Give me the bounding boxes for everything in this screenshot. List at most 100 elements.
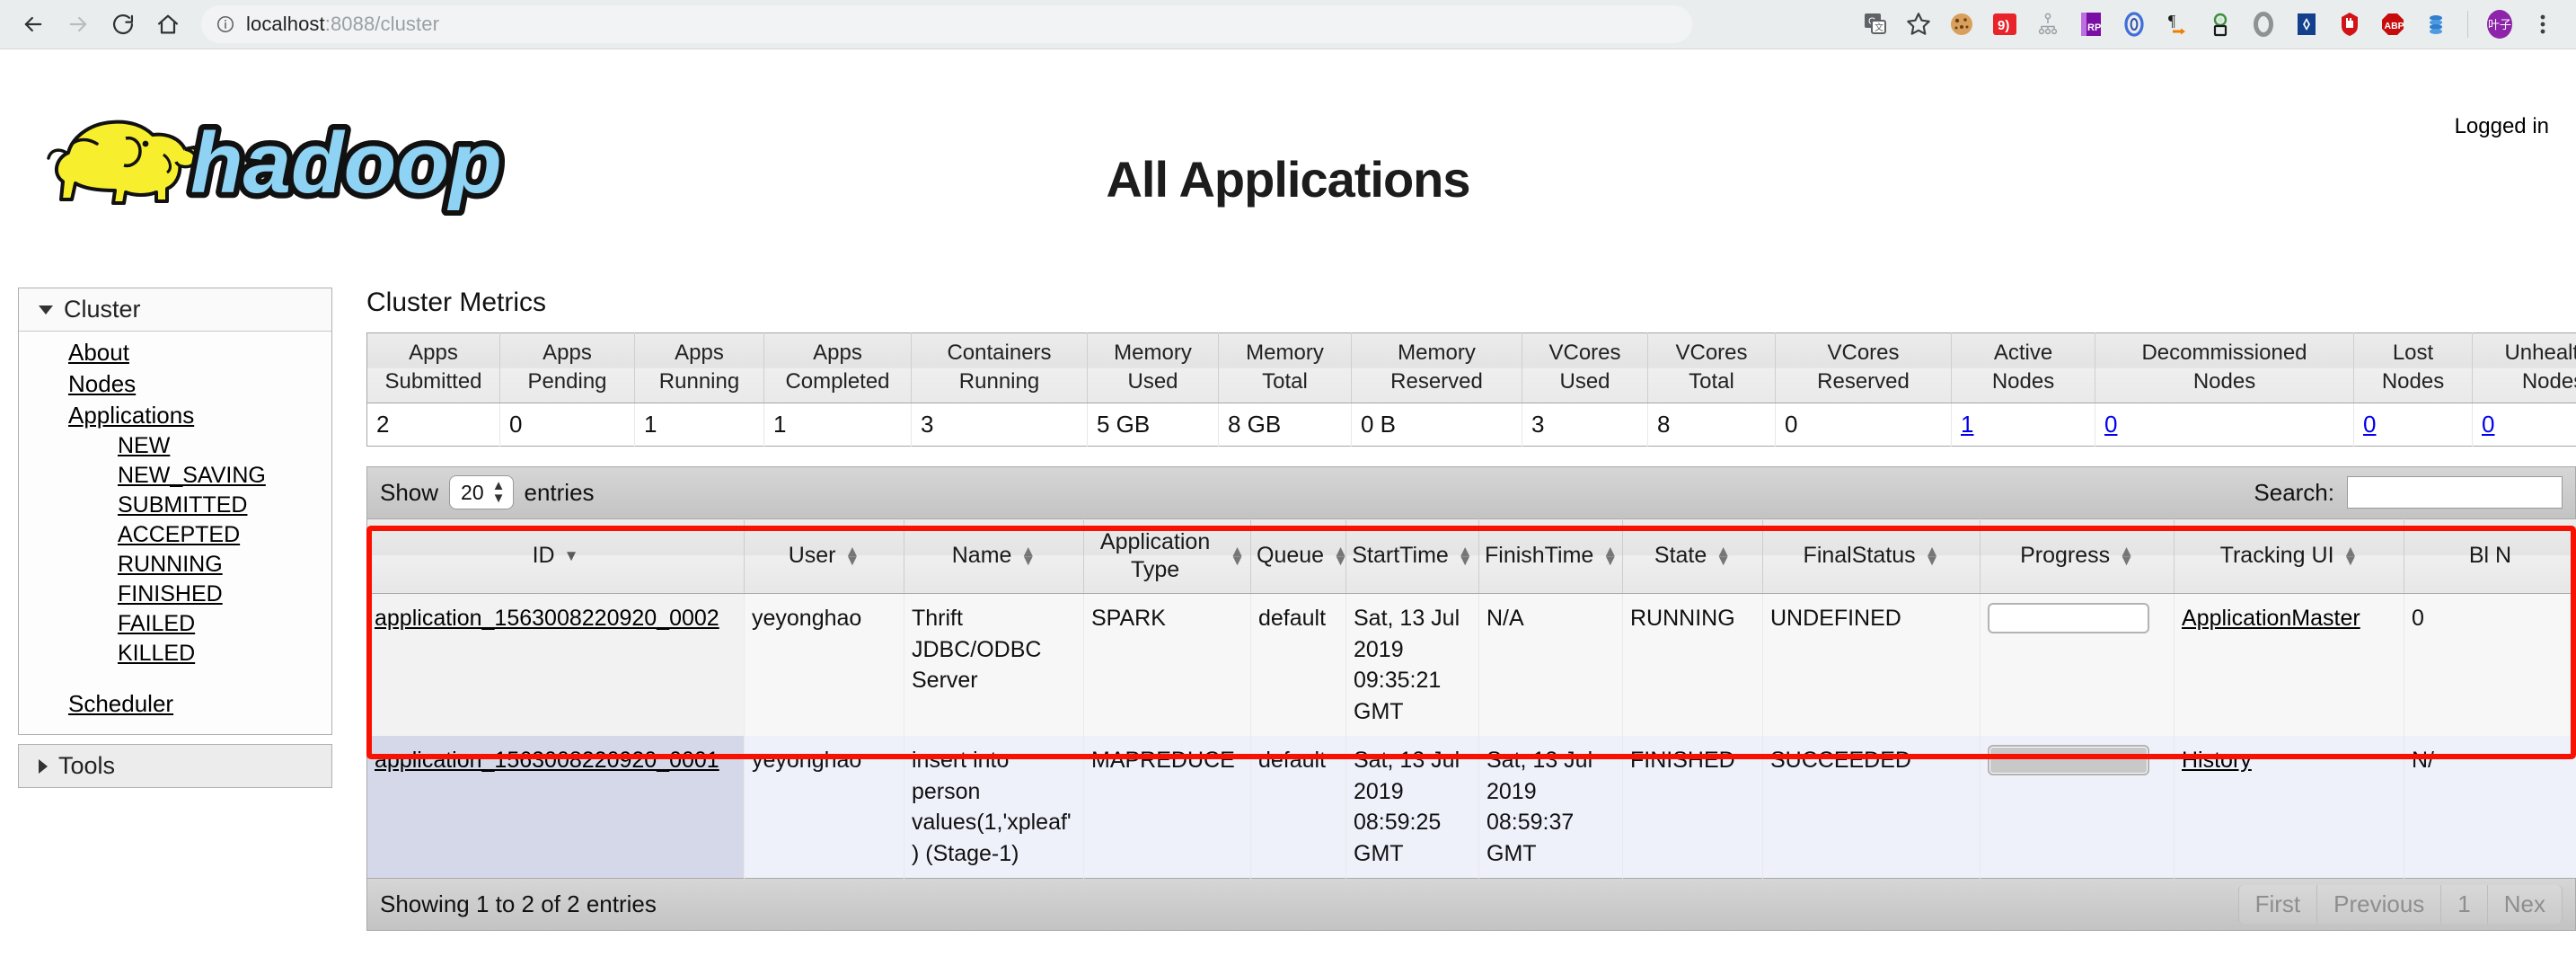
metrics-col-l2: Running [658,369,740,394]
th-queue[interactable]: Queue ▲ ▼ [1250,518,1348,595]
table-row[interactable]: application_1563008220920_0001 yeyonghao… [366,736,2576,879]
cell-starttime: Sat, 13 Jul 2019 09:35:21 GMT [1345,593,1479,737]
th-finishtime[interactable]: FinishTime ▲ ▼ [1478,518,1623,595]
cell-user: yeyonghao [744,593,904,737]
application-id-link[interactable]: application_1563008220920_0001 [375,748,719,773]
sidebar-item-new[interactable]: NEW [19,431,331,461]
sidebar-item-finished[interactable]: FINISHED [19,580,331,609]
profile-avatar-icon[interactable]: 叶子 [2483,7,2517,41]
th-finalstatus[interactable]: FinalStatus ▲ ▼ [1762,518,1981,595]
sidebar-item-accepted[interactable]: ACCEPTED [19,520,331,550]
blue-ring-icon[interactable] [2117,7,2151,41]
sidebar-item-scheduler[interactable]: Scheduler [19,688,331,720]
sidebar-item-about[interactable]: About [19,337,331,368]
sitemap-icon[interactable] [2031,7,2065,41]
metrics-val-apps-submitted: 2 [366,403,500,447]
bookmark-star-icon[interactable] [1901,7,1936,41]
tracking-ui-link[interactable]: History [2182,748,2252,773]
th-user-label: User [788,543,836,569]
cell-progress [1980,593,2175,737]
cell-queue: default [1250,593,1346,737]
th-user[interactable]: User ▲ ▼ [744,518,904,595]
entries-select[interactable]: 20 ▲ ▼ [449,475,514,510]
th-state[interactable]: State ▲ ▼ [1622,518,1763,595]
th-application-type[interactable]: Application Type ▲ ▼ [1083,518,1251,595]
metrics-col-l1: Apps [543,341,592,365]
application-id-link[interactable]: application_1563008220920_0002 [375,606,719,631]
th-progress[interactable]: Progress ▲ ▼ [1980,518,2175,595]
rp-purple-icon[interactable]: RP [2074,7,2108,41]
sidebar-item-running[interactable]: RUNNING [19,550,331,580]
sidebar-item-applications[interactable]: Applications [19,400,331,431]
page-next-button[interactable]: Nex [2487,885,2563,925]
address-bar[interactable]: localhost:8088/cluster [201,5,1692,43]
th-blacklisted-nodes-label: Bl N [2468,543,2512,569]
nav-group-tools-label: Tools [58,752,116,779]
entries-info: Showing 1 to 2 of 2 entries [380,890,657,918]
sidebar-item-submitted[interactable]: SUBMITTED [19,491,331,520]
show-label: Show [380,478,439,506]
nav-group-cluster-header[interactable]: Cluster [19,288,331,332]
metrics-val-lost-nodes[interactable]: 0 [2363,411,2376,438]
page-title: All Applications [1106,151,1470,208]
cell-finalstatus: SUCCEEDED [1762,736,1981,879]
sidebar-item-killed[interactable]: KILLED [19,639,331,669]
triangle-right-icon [39,758,48,774]
page-first-button[interactable]: First [2237,885,2318,925]
metrics-col-unhealthy-nodes: Unhealthy Nodes [2472,332,2576,403]
magnifier-green-icon[interactable] [2203,7,2237,41]
th-id-label: ID [532,543,555,569]
metrics-val-apps-running: 1 [634,403,764,447]
reload-button[interactable] [102,4,144,45]
blue-diamond-icon[interactable] [2289,7,2324,41]
cookie-icon[interactable] [1945,7,1979,41]
pilcrow-arrow-icon[interactable]: ¶ [2160,7,2194,41]
metrics-col-active-nodes: Active Nodes [1951,332,2095,403]
table-row[interactable]: application_1563008220920_0002 yeyonghao… [366,593,2576,737]
metrics-col-l1: Apps [675,341,724,365]
sidebar-item-new-saving[interactable]: NEW_SAVING [19,461,331,491]
metrics-col-l2: Nodes [2381,369,2445,394]
url-path: :8088/cluster [324,13,439,35]
svg-text:9): 9) [1998,18,2009,33]
chrome-menu-icon[interactable] [2526,7,2560,41]
th-name[interactable]: Name ▲ ▼ [904,518,1084,595]
metrics-val-memory-total: 8 GB [1218,403,1352,447]
th-starttime[interactable]: StartTime ▲ ▼ [1345,518,1479,595]
forward-button[interactable] [57,4,99,45]
metrics-val-vcores-total: 8 [1647,403,1776,447]
search-input[interactable] [2347,476,2563,509]
metrics-val-active-nodes[interactable]: 1 [1961,411,1973,438]
page-previous-button[interactable]: Previous [2317,885,2442,925]
cell-application-type: MAPREDUCE [1083,736,1251,879]
metrics-val-unhealthy-nodes[interactable]: 0 [2482,411,2494,438]
abp-icon[interactable]: ABP [2376,7,2410,41]
metrics-val-decommissioned-nodes[interactable]: 0 [2104,411,2117,438]
metrics-col-l1: Apps [813,341,862,365]
gray-ring-icon[interactable] [2246,7,2280,41]
site-info-icon[interactable] [216,14,235,34]
th-blacklisted-nodes[interactable]: Bl N [2404,518,2576,595]
ninetynine-red-icon[interactable]: 9) [1988,7,2022,41]
progress-bar [1988,745,2149,776]
cell-progress [1980,736,2175,879]
back-arrow-icon [21,12,46,37]
nav-group-tools-header[interactable]: Tools [19,745,331,787]
sidebar-item-failed[interactable]: FAILED [19,609,331,639]
svg-text:ABP: ABP [2385,21,2404,31]
metrics-val-memory-used: 5 GB [1087,403,1219,447]
metrics-col-vcores-total: VCores Total [1647,332,1776,403]
translate-icon[interactable]: G文 [1858,7,1892,41]
page-number-1-button[interactable]: 1 [2441,885,2488,925]
cluster-metrics-title: Cluster Metrics [366,288,547,317]
th-tracking-ui[interactable]: Tracking UI ▲ ▼ [2174,518,2404,595]
tracking-ui-link[interactable]: ApplicationMaster [2182,606,2360,631]
blue-stack-icon[interactable] [2419,7,2453,41]
sidebar-item-nodes[interactable]: Nodes [19,368,331,400]
red-stop-hand-icon[interactable] [2333,7,2367,41]
th-id[interactable]: ID ▼ [366,518,745,595]
back-button[interactable] [13,4,54,45]
hadoop-rm-page: Logged in hadoop hadoop All Applications [0,49,2576,974]
sort-both-icon: ▲ ▼ [1716,542,1732,570]
home-button[interactable] [147,4,189,45]
